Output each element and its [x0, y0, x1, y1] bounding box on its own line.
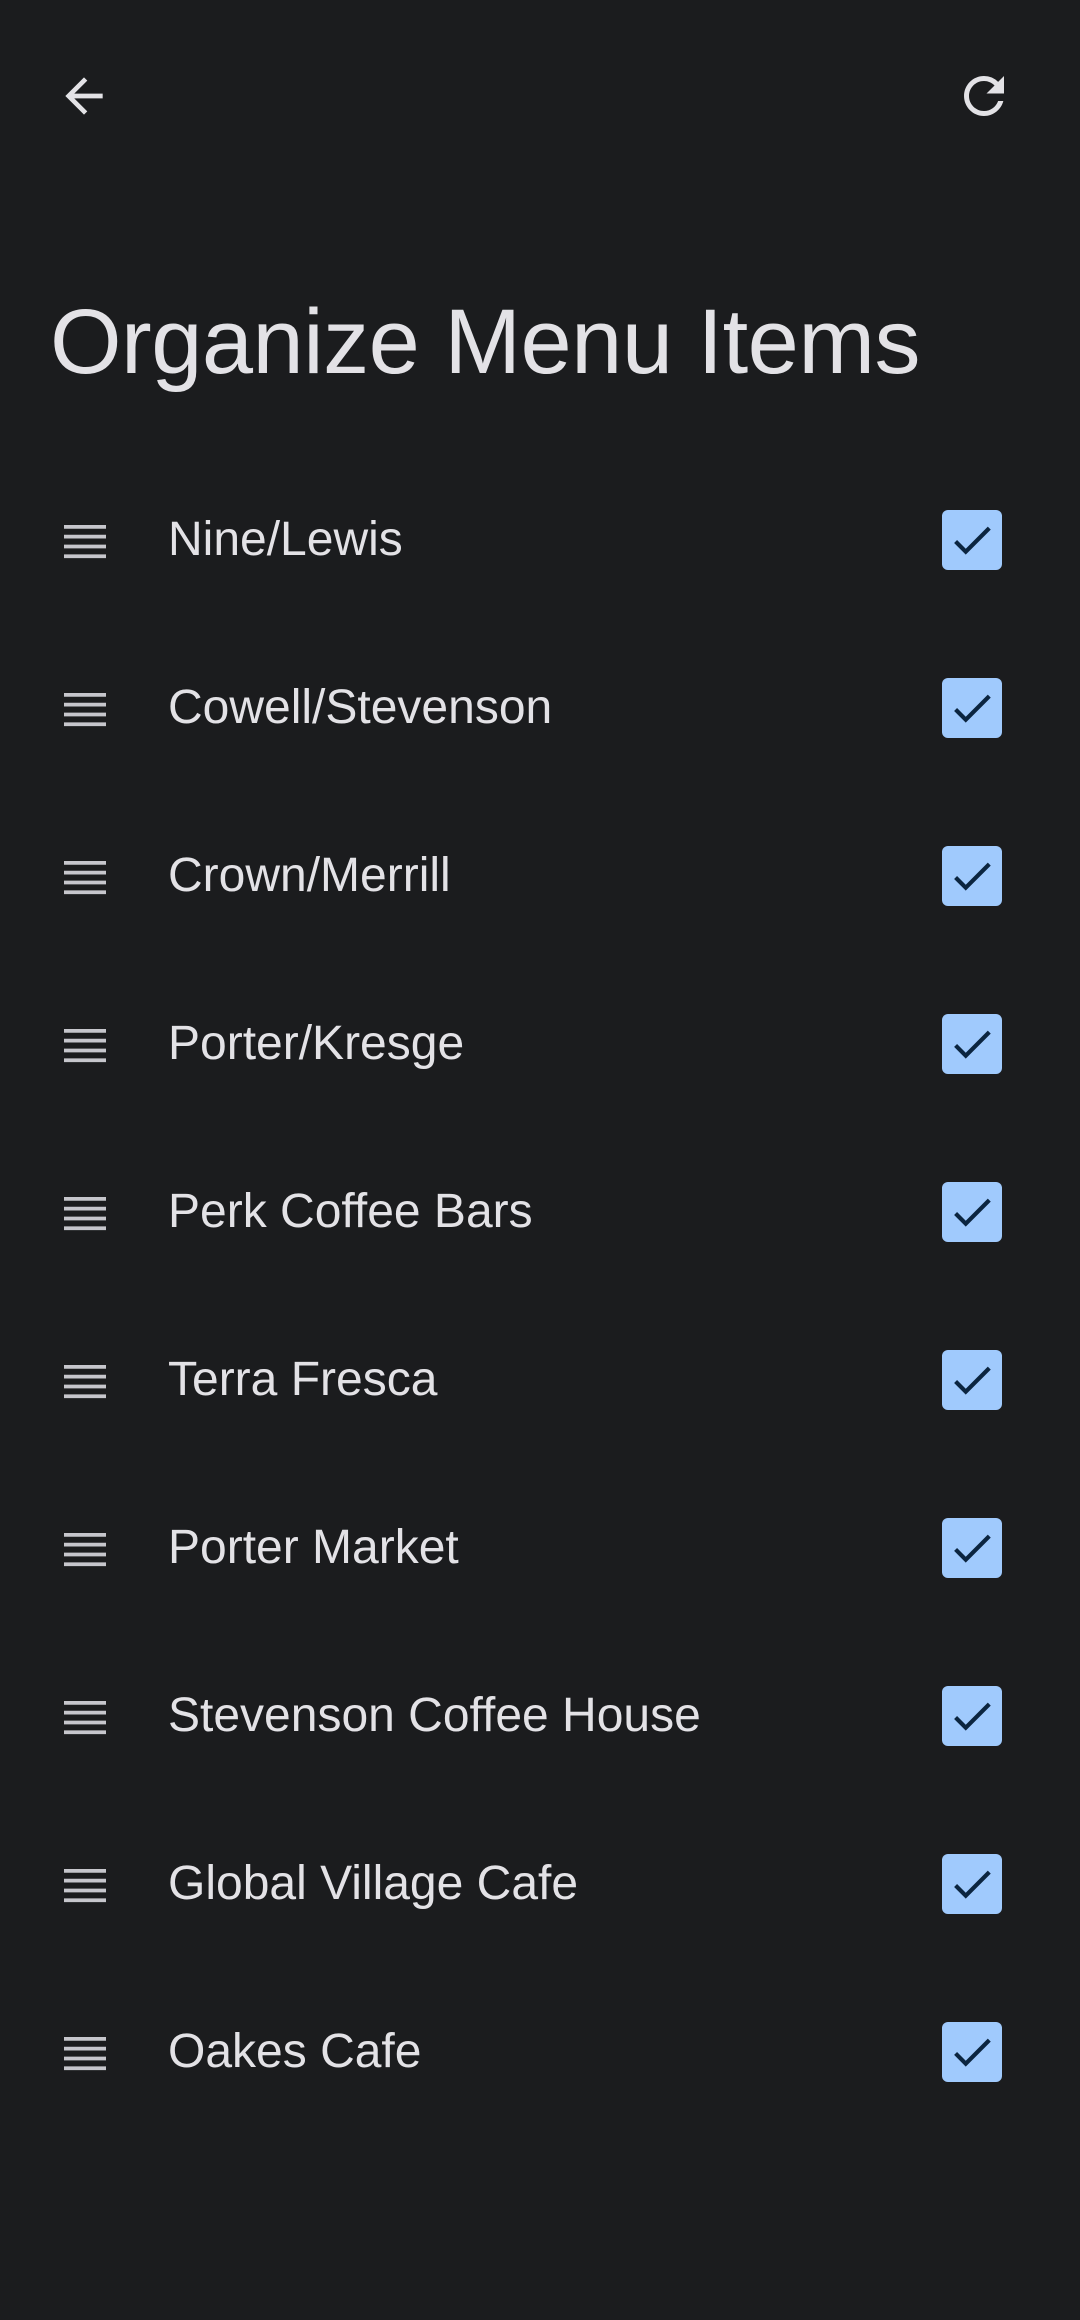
menu-item-label: Global Village Cafe: [168, 1857, 579, 1910]
drag-handle[interactable]: [50, 1344, 120, 1414]
menu-item-label: Stevenson Coffee House: [168, 1689, 701, 1742]
menu-item-checkbox[interactable]: [942, 1518, 1002, 1578]
menu-item-label: Nine/Lewis: [168, 513, 403, 566]
drag-handle-icon: [64, 861, 106, 895]
drag-handle-icon: [64, 1029, 106, 1063]
menu-item-label: Crown/Merrill: [168, 849, 451, 902]
drag-handle[interactable]: [50, 1848, 120, 1918]
drag-handle[interactable]: [50, 672, 120, 742]
checkmark-icon: [954, 1870, 991, 1899]
drag-handle[interactable]: [50, 1680, 120, 1750]
checkmark-icon: [954, 1366, 991, 1395]
menu-item-checkbox[interactable]: [942, 1182, 1002, 1242]
menu-item-label: Porter Market: [168, 1521, 459, 1574]
menu-item-label: Cowell/Stevenson: [168, 681, 553, 734]
checkmark-icon: [954, 526, 991, 555]
menu-item-checkbox[interactable]: [942, 2022, 1002, 2082]
checkmark-icon: [954, 1198, 991, 1227]
menu-item-label: Perk Coffee Bars: [168, 1185, 533, 1238]
refresh-icon: [964, 76, 1004, 116]
drag-handle[interactable]: [50, 840, 120, 910]
drag-handle[interactable]: [50, 1176, 120, 1246]
menu-item-list: Nine/Lewis Cowell/Stevenson Crown/Merril…: [0, 456, 1080, 2136]
drag-handle-icon: [64, 1365, 106, 1399]
top-app-bar: [0, 0, 1080, 190]
checkmark-icon: [954, 1030, 991, 1059]
menu-item-checkbox[interactable]: [942, 678, 1002, 738]
drag-handle[interactable]: [50, 1512, 120, 1582]
arrow-left-icon: [65, 77, 103, 115]
drag-handle-icon: [64, 525, 106, 559]
drag-handle-icon: [64, 1197, 106, 1231]
menu-item-checkbox[interactable]: [942, 1014, 1002, 1074]
drag-handle-icon: [64, 2037, 106, 2071]
menu-item-checkbox[interactable]: [942, 846, 1002, 906]
list-item[interactable]: Porter/Kresge: [0, 960, 1080, 1128]
menu-item-label: Porter/Kresge: [168, 1017, 465, 1070]
menu-item-label: Oakes Cafe: [168, 2025, 422, 2078]
drag-handle-icon: [64, 1701, 106, 1735]
refresh-button[interactable]: [934, 46, 1034, 146]
list-item[interactable]: Nine/Lewis: [0, 456, 1080, 624]
list-item[interactable]: Oakes Cafe: [0, 1968, 1080, 2136]
drag-handle[interactable]: [50, 2016, 120, 2086]
checkmark-icon: [954, 862, 991, 891]
checkmark-icon: [954, 1702, 991, 1731]
drag-handle[interactable]: [50, 1008, 120, 1078]
menu-item-checkbox[interactable]: [942, 1686, 1002, 1746]
list-item[interactable]: Stevenson Coffee House: [0, 1632, 1080, 1800]
menu-item-checkbox[interactable]: [942, 510, 1002, 570]
checkmark-icon: [954, 2038, 991, 2067]
menu-item-label: Terra Fresca: [168, 1353, 438, 1406]
page-title: Organize Menu Items: [50, 291, 920, 393]
list-item[interactable]: Perk Coffee Bars: [0, 1128, 1080, 1296]
menu-item-checkbox[interactable]: [942, 1350, 1002, 1410]
drag-handle-icon: [64, 693, 106, 727]
checkmark-icon: [954, 694, 991, 723]
drag-handle[interactable]: [50, 504, 120, 574]
list-item[interactable]: Global Village Cafe: [0, 1800, 1080, 1968]
list-item[interactable]: Terra Fresca: [0, 1296, 1080, 1464]
menu-item-checkbox[interactable]: [942, 1854, 1002, 1914]
drag-handle-icon: [64, 1533, 106, 1567]
list-item[interactable]: Cowell/Stevenson: [0, 624, 1080, 792]
drag-handle-icon: [64, 1869, 106, 1903]
list-item[interactable]: Porter Market: [0, 1464, 1080, 1632]
checkmark-icon: [954, 1534, 991, 1563]
back-button[interactable]: [34, 46, 134, 146]
list-item[interactable]: Crown/Merrill: [0, 792, 1080, 960]
